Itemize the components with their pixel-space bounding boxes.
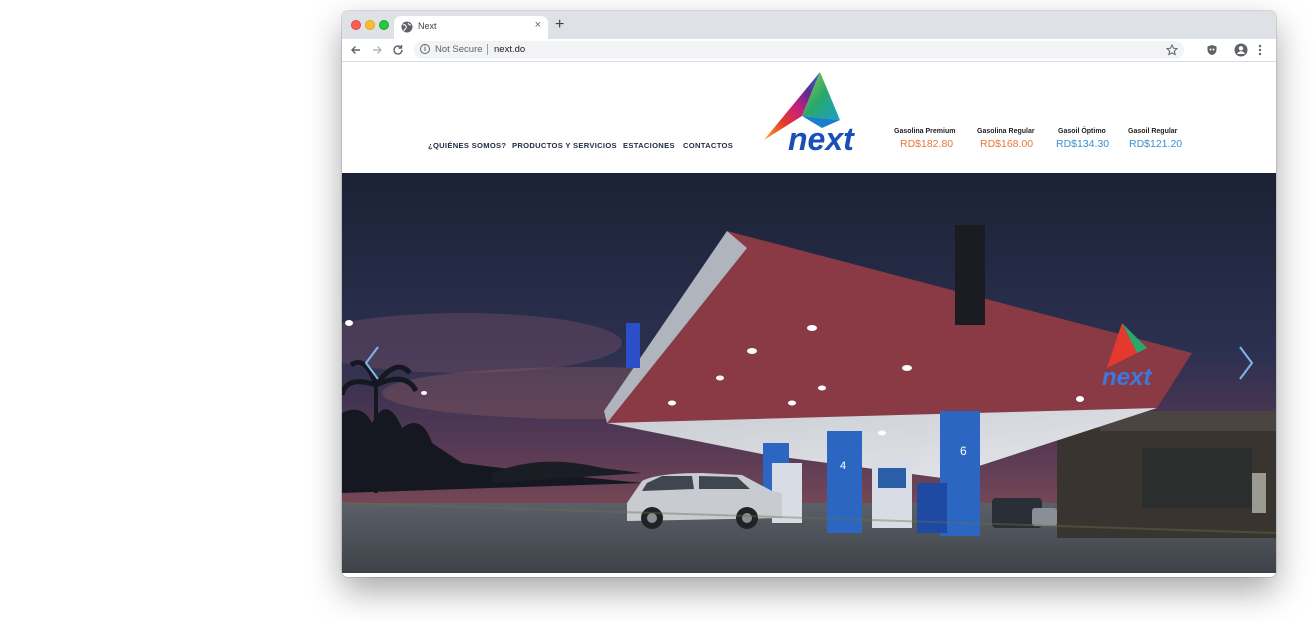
star-icon[interactable] [1166,44,1178,56]
nav-productos-servicios[interactable]: PRODUCTOS Y SERVICIOS [512,141,617,150]
next-logo[interactable]: next [762,70,858,154]
browser-tab[interactable]: Next × [394,16,548,39]
pump-number-4: 4 [840,460,846,472]
price-label-gasolina-regular: Gasolina Regular [977,128,1035,135]
profile-icon[interactable] [1234,43,1248,57]
tab-strip: Next × + [342,11,1276,39]
new-tab-button[interactable]: + [555,15,564,35]
station-sign-text: next [1102,364,1152,391]
reload-icon[interactable] [392,44,404,56]
url-text[interactable]: next.do [494,44,525,55]
address-bar[interactable]: i Not Secure next.do [414,41,1184,59]
price-value-gasolina-regular: RD$168.00 [980,138,1034,150]
price-label-gasoil-optimo: Gasoil Óptimo [1058,128,1106,135]
chevron-right-icon[interactable] [1234,343,1258,383]
hero-image: next 4 6 [342,173,1276,573]
close-window-button[interactable] [351,20,361,30]
nav-estaciones[interactable]: ESTACIONES [623,141,675,150]
chevron-left-icon[interactable] [360,343,384,383]
price-label-gasolina-premium: Gasolina Premium [894,128,956,135]
tab-close-icon[interactable]: × [535,19,541,31]
price-value-gasoil-regular: RD$121.20 [1129,138,1183,150]
globe-icon [401,21,413,33]
logo-wordmark: next [788,121,855,154]
price-label-gasoil-regular: Gasoil Regular [1128,128,1178,135]
security-label[interactable]: Not Secure [435,44,483,55]
pump-number-6: 6 [960,444,967,458]
hero-slider: next 4 6 [342,173,1276,573]
more-vert-icon[interactable] [1257,44,1263,56]
nav-quienes-somos[interactable]: ¿QUIÉNES SOMOS? [428,141,506,150]
arrow-left-icon[interactable] [350,44,362,56]
tab-title: Next [418,21,437,31]
price-value-gasoil-optimo: RD$134.30 [1056,138,1110,150]
arrow-right-icon[interactable] [371,44,383,56]
minimize-window-button[interactable] [365,20,375,30]
price-value-gasolina-premium: RD$182.80 [900,138,954,150]
browser-toolbar: i Not Secure next.do [342,39,1276,62]
omnibox-separator [487,44,488,55]
shield-icon[interactable] [1206,44,1218,56]
browser-window: Next × + i Not Secure next.do ¿QUIÉNES S… [342,11,1276,577]
info-icon[interactable]: i [420,44,430,54]
maximize-window-button[interactable] [379,20,389,30]
nav-contactos[interactable]: CONTACTOS [683,141,733,150]
site-header: ¿QUIÉNES SOMOS? PRODUCTOS Y SERVICIOS ES… [342,62,1276,173]
